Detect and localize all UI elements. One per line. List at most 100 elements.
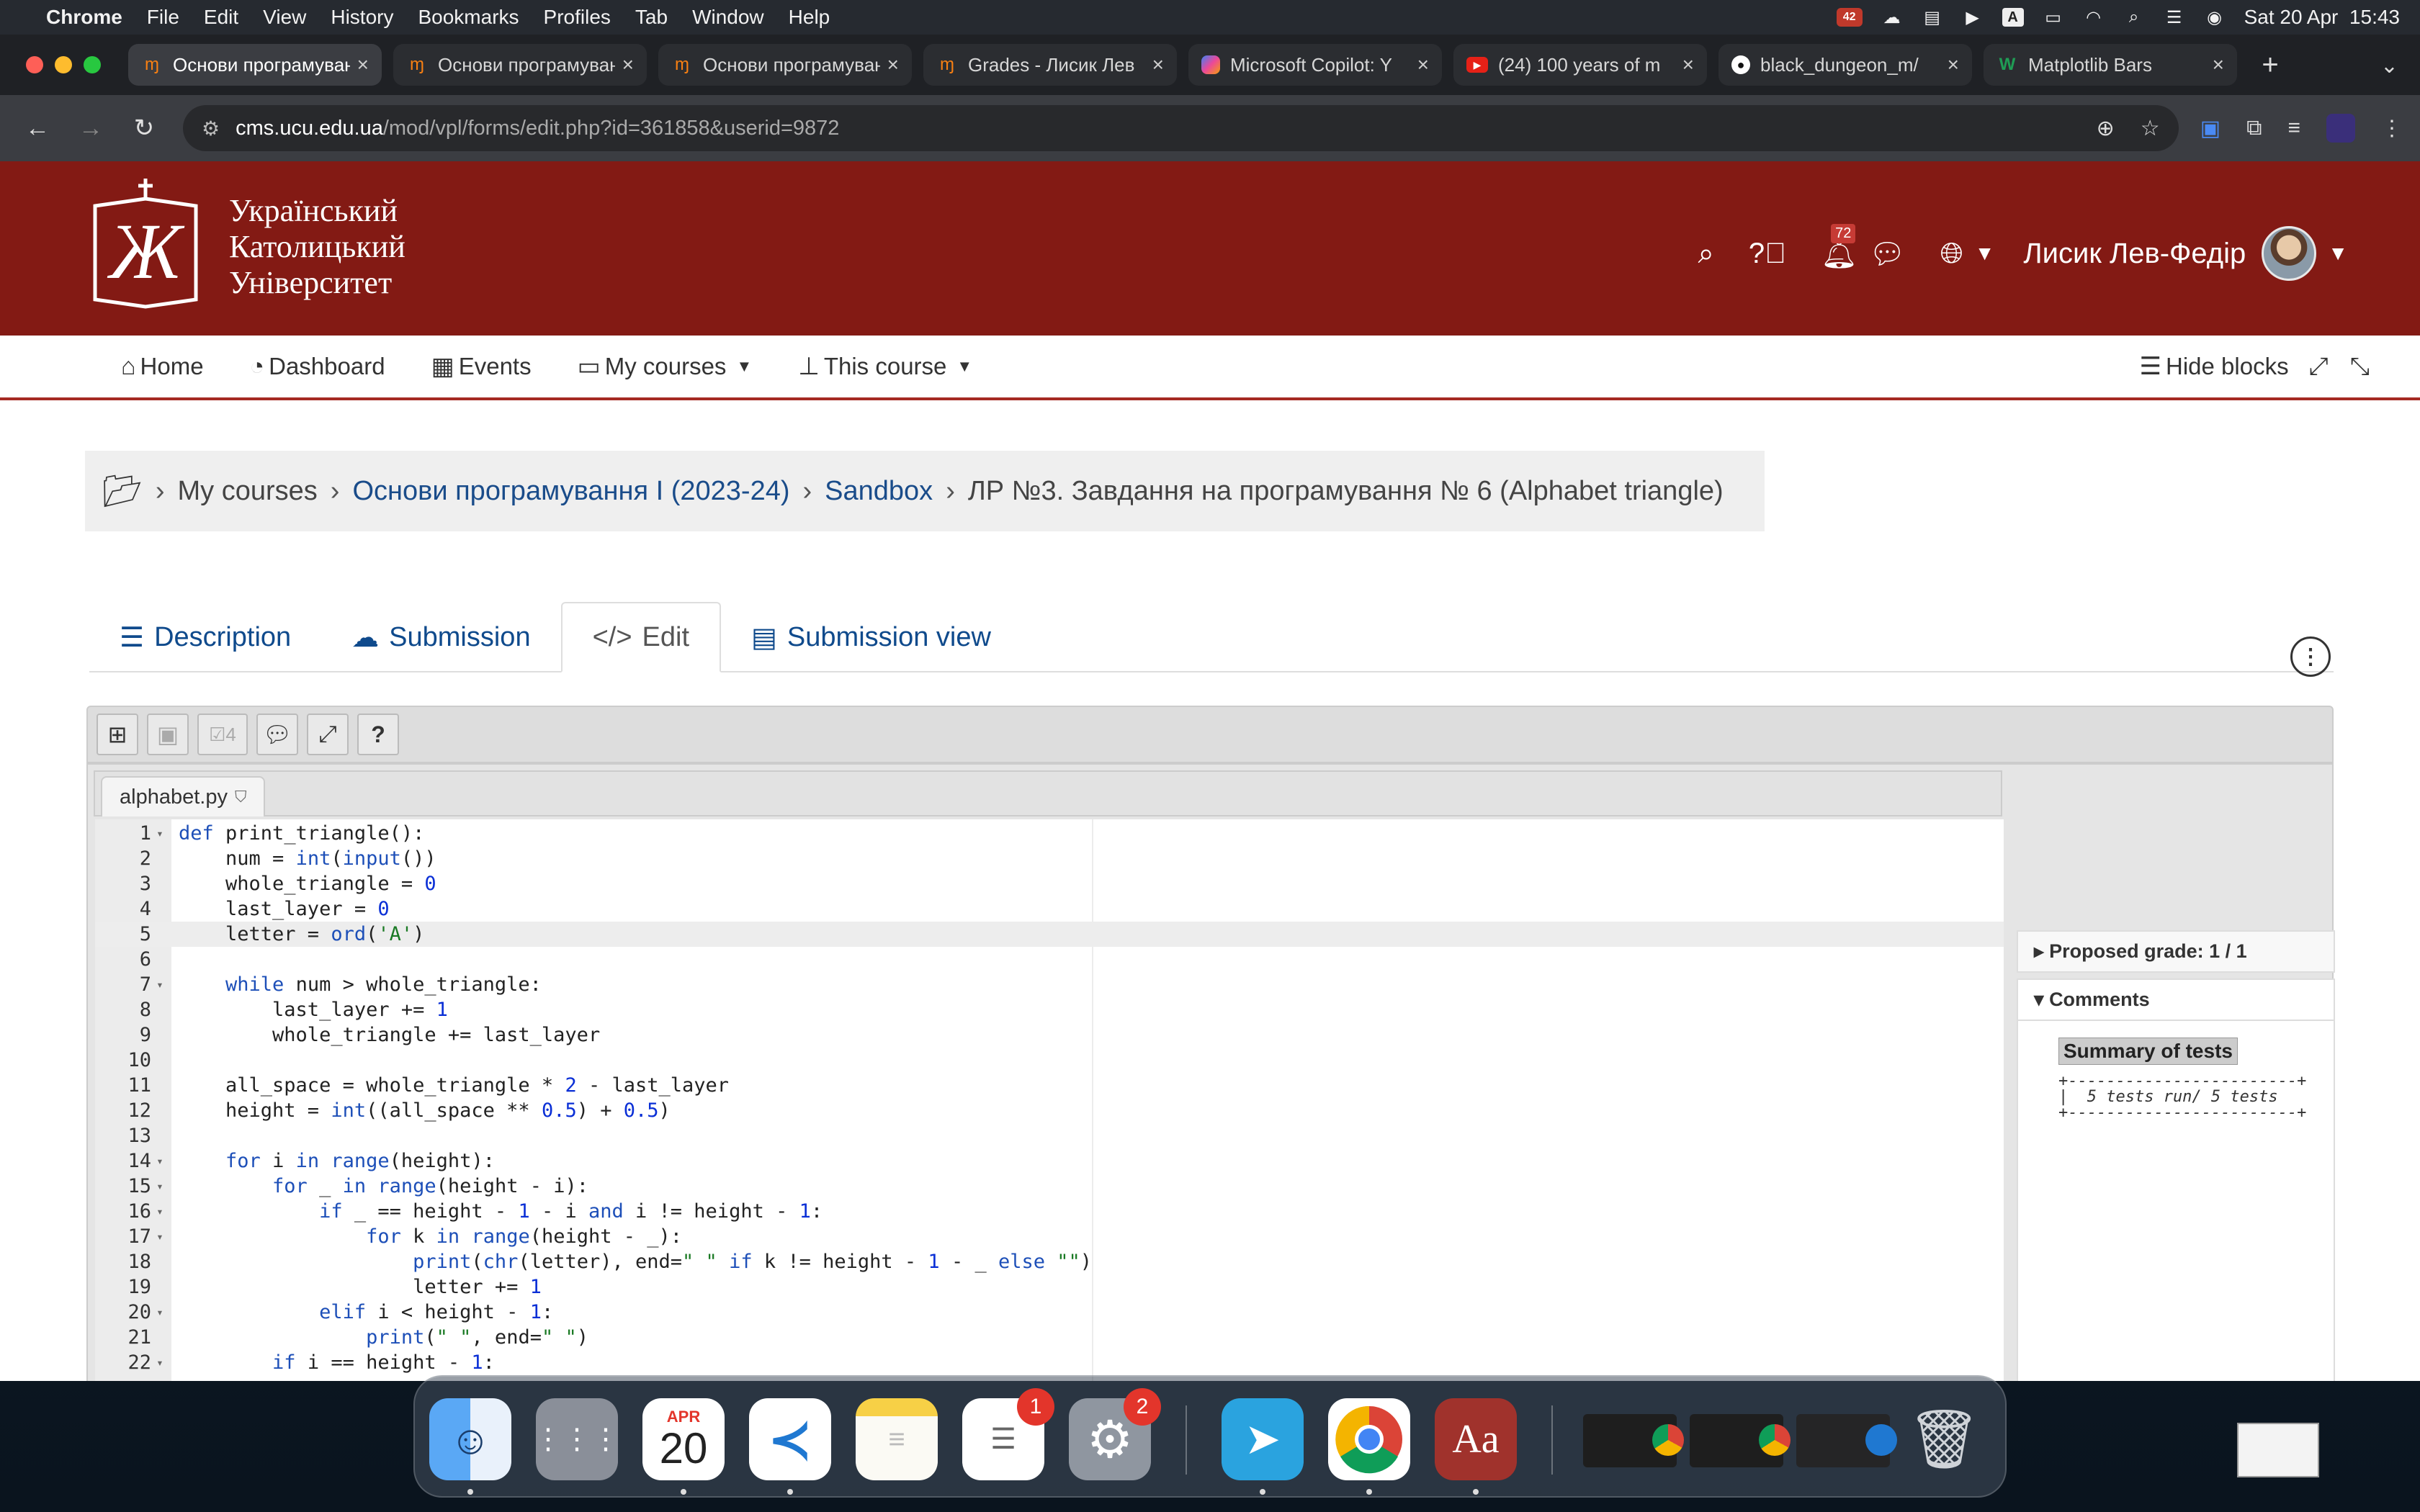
expand-icon[interactable]: ⤢: [2309, 353, 2329, 381]
minimized-window-chrome-1[interactable]: [1583, 1414, 1684, 1467]
code-line[interactable]: 9 whole_triangle += last_layer: [95, 1022, 2004, 1048]
fullscreen-expand-icon[interactable]: ⤢: [307, 714, 349, 755]
hide-blocks-button[interactable]: ☰ Hide blocks: [2140, 352, 2289, 381]
tab-close-icon[interactable]: ×: [887, 53, 899, 76]
code-line[interactable]: 6: [95, 947, 2004, 972]
code-line[interactable]: 10: [95, 1048, 2004, 1073]
nav-dashboard[interactable]: ◔ Dashboard: [250, 353, 385, 381]
tab-edit[interactable]: </> Edit: [560, 602, 722, 672]
browser-tab-1[interactable]: ɱ Основи програмування ×: [128, 44, 382, 86]
menu-app-chrome[interactable]: Chrome: [46, 6, 122, 29]
browser-tab-8[interactable]: W Matplotlib Bars ×: [1984, 44, 2237, 86]
code-line[interactable]: 3 whole_triangle = 0: [95, 871, 2004, 896]
address-bar[interactable]: ⚙ cms.ucu.edu.ua/mod/vpl/forms/edit.php?…: [183, 105, 2179, 151]
spotlight-search-icon[interactable]: ⌕: [2123, 7, 2145, 27]
minimized-window-vscode[interactable]: [1796, 1414, 1897, 1467]
translate-extension-icon[interactable]: ▣: [2200, 116, 2220, 141]
bookmark-star-icon[interactable]: ☆: [2141, 116, 2160, 141]
browser-tab-3[interactable]: ɱ Основи програмування ×: [658, 44, 912, 86]
tab-search-chevron-icon[interactable]: ⌄: [2380, 53, 2398, 78]
notes-icon[interactable]: ≡: [856, 1398, 938, 1480]
code-line[interactable]: 14 ▾ for i in range(height):: [95, 1148, 2004, 1174]
tab-close-icon[interactable]: ×: [1682, 53, 1694, 76]
tab-close-icon[interactable]: ×: [2213, 53, 2224, 76]
browser-tab-5[interactable]: Microsoft Copilot: Y ×: [1188, 44, 1442, 86]
comments-toggle[interactable]: ▾ Comments: [2018, 980, 2334, 1021]
telegram-icon[interactable]: ➤: [1222, 1398, 1304, 1495]
folder-open-icon[interactable]: 📂︎: [102, 472, 143, 510]
dictionary-icon[interactable]: Aa: [1435, 1398, 1517, 1495]
tab-close-icon[interactable]: ×: [1152, 53, 1164, 76]
code-line[interactable]: 17 ▾ for k in range(height - _):: [95, 1224, 2004, 1249]
nav-this-course[interactable]: ⊥ This course ▼: [798, 352, 972, 381]
help-icon[interactable]: ?⃝: [1749, 238, 1786, 270]
menu-bookmarks[interactable]: Bookmarks: [418, 6, 519, 29]
reading-list-icon[interactable]: ≡: [2287, 116, 2300, 140]
desktop-thumbnail[interactable]: [2237, 1423, 2319, 1477]
profile-avatar-icon[interactable]: [2326, 114, 2355, 143]
tab-submission-view[interactable]: ▤ Submission view: [721, 603, 1021, 671]
code-line[interactable]: 4 last_layer = 0: [95, 896, 2004, 922]
tab-close-icon[interactable]: ×: [1948, 53, 1959, 76]
battery-icon[interactable]: ▭: [2043, 8, 2064, 27]
wifi-icon[interactable]: ◠: [2083, 8, 2105, 27]
trash-icon[interactable]: 🗑︎: [1903, 1398, 1985, 1480]
comments-bubble-icon[interactable]: 💬︎: [256, 714, 298, 755]
browser-tab-2[interactable]: ɱ Основи програмування ×: [393, 44, 647, 86]
launchpad-icon[interactable]: ⋮⋮⋮: [534, 1398, 620, 1480]
menu-window[interactable]: Window: [692, 6, 764, 29]
menu-view[interactable]: View: [263, 6, 306, 29]
control-center-icon[interactable]: ☰: [2164, 8, 2185, 27]
nav-home[interactable]: ⌂ Home: [121, 353, 204, 381]
calendar-app-icon[interactable]: APR 20: [642, 1398, 725, 1495]
collapse-icon[interactable]: ⤡: [2350, 353, 2370, 381]
nav-my-courses[interactable]: ▭ My courses ▼: [578, 352, 753, 381]
user-menu-chevron-down-icon[interactable]: ▼: [2328, 242, 2348, 265]
new-tab-button[interactable]: +: [2251, 46, 2289, 84]
code-line[interactable]: 15 ▾ for _ in range(height - i):: [95, 1174, 2004, 1199]
avatar[interactable]: [2262, 226, 2317, 281]
code-line[interactable]: 20 ▾ elif i < height - 1:: [95, 1300, 2004, 1325]
zoom-icon[interactable]: ⊕: [2097, 116, 2115, 141]
chrome-menu-icon[interactable]: ⋮: [2381, 116, 2403, 141]
code-line[interactable]: 8 last_layer += 1: [95, 997, 2004, 1022]
messages-icon[interactable]: 💬︎: [1869, 237, 1906, 271]
code-line[interactable]: 12 height = int((all_space ** 0.5) + 0.5…: [95, 1098, 2004, 1123]
menu-tab[interactable]: Tab: [635, 6, 668, 29]
reminders-icon[interactable]: ☰ 1: [962, 1388, 1054, 1480]
tab-close-icon[interactable]: ×: [1417, 53, 1429, 76]
close-window-button[interactable]: [26, 56, 43, 73]
menubar-datetime[interactable]: Sat 20 Apr 15:43: [2244, 6, 2400, 29]
system-settings-icon[interactable]: ⚙ 2: [1069, 1388, 1161, 1480]
ucu-logo[interactable]: Ж Український Католицький Університет: [81, 177, 405, 317]
browser-tab-7[interactable]: ● black_dungeon_m/ ×: [1718, 44, 1972, 86]
code-line[interactable]: 7 ▾ while num > whole_triangle:: [95, 972, 2004, 997]
siri-icon[interactable]: ◉: [2204, 8, 2226, 27]
finder-icon[interactable]: ☺: [429, 1398, 511, 1495]
play-icon[interactable]: ▶: [1962, 8, 1984, 27]
minimized-window-chrome-2[interactable]: [1690, 1414, 1791, 1467]
search-icon[interactable]: ⌕: [1698, 238, 1713, 270]
input-source-icon[interactable]: A: [2002, 8, 2024, 27]
menu-file[interactable]: File: [147, 6, 179, 29]
code-editor[interactable]: 1 ▾ def print_triangle(): 2 num = int(input…: [95, 819, 2004, 1381]
cloud-icon[interactable]: ☁: [1881, 8, 1903, 27]
fold-chevron-icon[interactable]: ▾: [153, 821, 167, 846]
tab-description[interactable]: ☰ Description: [89, 603, 321, 671]
menu-profiles[interactable]: Profiles: [544, 6, 611, 29]
reload-button[interactable]: ↻: [124, 108, 164, 148]
fold-chevron-icon[interactable]: ▾: [153, 1224, 167, 1249]
chrome-icon[interactable]: [1328, 1398, 1410, 1495]
fold-chevron-icon[interactable]: ▾: [153, 1300, 167, 1325]
tab-close-icon[interactable]: ×: [357, 53, 369, 76]
fold-chevron-icon[interactable]: ▾: [153, 1174, 167, 1199]
code-line[interactable]: 16 ▾ if _ == height - 1 - i and i != heig…: [95, 1199, 2004, 1224]
breadcrumb-my-courses[interactable]: My courses: [178, 476, 318, 507]
clipboard-icon[interactable]: ▤: [1922, 8, 1943, 27]
url-text[interactable]: cms.ucu.edu.ua/mod/vpl/forms/edit.php?id…: [236, 117, 839, 140]
menu-help[interactable]: Help: [789, 6, 830, 29]
code-line[interactable]: 2 num = int(input()): [95, 846, 2004, 871]
fold-chevron-icon[interactable]: ▾: [153, 1148, 167, 1174]
code-line[interactable]: 22 ▾ if i == height - 1:: [95, 1350, 2004, 1375]
fold-chevron-icon[interactable]: ▾: [153, 1350, 167, 1375]
